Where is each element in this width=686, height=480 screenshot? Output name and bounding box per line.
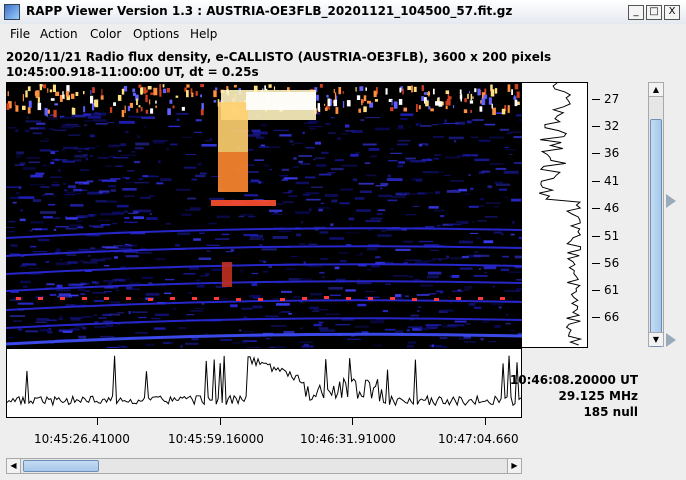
freq-tick — [592, 126, 600, 127]
menu-options[interactable]: Options — [133, 27, 179, 41]
time-label: 10:46:31.91000 — [300, 432, 396, 446]
horizontal-scrollbar[interactable]: ◀ ▶ — [6, 458, 522, 474]
readout-value: 185 null — [583, 405, 638, 419]
vertical-scroll-thumb[interactable] — [650, 119, 662, 347]
minimize-button[interactable]: _ — [628, 5, 644, 20]
freq-tick — [592, 99, 600, 100]
close-button[interactable]: X — [664, 5, 680, 20]
freq-label: 32 — [604, 119, 620, 133]
freq-label: 41 — [604, 174, 620, 188]
menu-help[interactable]: Help — [190, 27, 217, 41]
menu-file[interactable]: File — [10, 27, 30, 41]
arrow-up-icon[interactable]: ▲ — [649, 83, 663, 97]
time-tick — [485, 418, 486, 425]
time-tick — [97, 418, 98, 425]
spectrogram[interactable] — [6, 82, 522, 348]
title-bar: RAPP Viewer Version 1.3 : AUSTRIA-OE3FLB… — [0, 0, 686, 25]
menu-action[interactable]: Action — [40, 27, 78, 41]
freq-tick — [592, 153, 600, 154]
freq-label: 36 — [604, 146, 620, 160]
freq-label: 56 — [604, 256, 620, 270]
observation-info: 2020/11/21 Radio flux density, e-CALLIST… — [6, 50, 552, 64]
freq-tick — [592, 208, 600, 209]
time-tick — [352, 418, 353, 425]
arrow-left-icon[interactable]: ◀ — [7, 459, 21, 473]
light-curve — [6, 348, 522, 418]
arrow-down-icon[interactable]: ▼ — [649, 332, 663, 346]
freq-label: 46 — [604, 201, 620, 215]
freq-tick — [592, 317, 600, 318]
app-icon[interactable] — [4, 4, 20, 20]
frequency-profile — [522, 82, 588, 348]
maximize-button[interactable]: □ — [646, 5, 662, 20]
readout-frequency: 29.125 MHz — [558, 389, 638, 403]
time-tick — [220, 418, 221, 425]
level-marker-upper[interactable] — [666, 194, 676, 208]
time-label: 10:45:59.16000 — [168, 432, 264, 446]
freq-label: 61 — [604, 283, 620, 297]
freq-tick — [592, 290, 600, 291]
freq-tick — [592, 236, 600, 237]
arrow-right-icon[interactable]: ▶ — [507, 459, 521, 473]
horizontal-scroll-thumb[interactable] — [23, 460, 99, 472]
freq-tick — [592, 263, 600, 264]
vertical-scrollbar[interactable]: ▲ ▼ — [648, 82, 664, 347]
freq-label: 66 — [604, 310, 620, 324]
freq-label: 51 — [604, 229, 620, 243]
time-label: 10:45:26.41000 — [34, 432, 130, 446]
readout-time: 10:46:08.20000 UT — [509, 373, 638, 387]
time-range-info: 10:45:00.918-11:00:00 UT, dt = 0.25s — [6, 65, 259, 79]
menu-color[interactable]: Color — [90, 27, 121, 41]
window-title: RAPP Viewer Version 1.3 : AUSTRIA-OE3FLB… — [26, 4, 513, 18]
freq-label: 27 — [604, 92, 620, 106]
freq-tick — [592, 181, 600, 182]
level-marker-lower[interactable] — [666, 333, 676, 347]
menu-bar: File Action Color Options Help — [0, 24, 686, 46]
time-label: 10:47:04.660 — [438, 432, 519, 446]
